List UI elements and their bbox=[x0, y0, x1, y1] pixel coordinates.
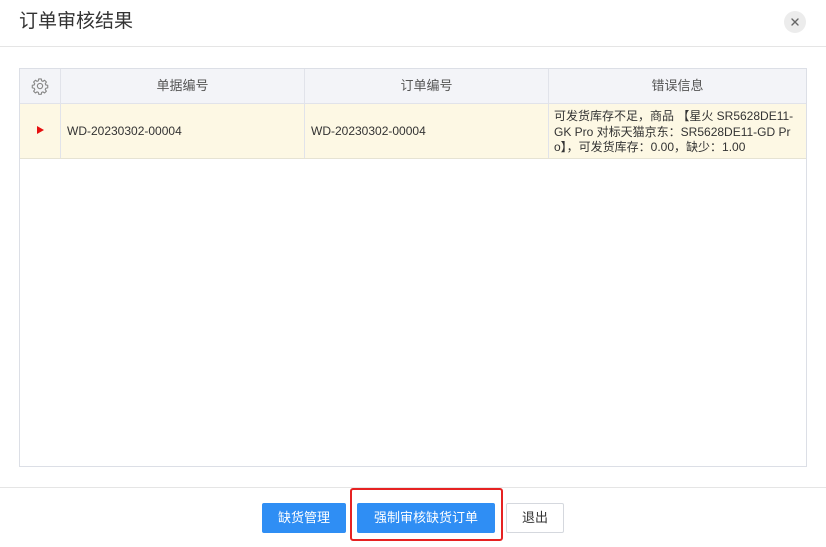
column-settings-cell[interactable] bbox=[20, 69, 60, 103]
dialog-title: 订单审核结果 bbox=[19, 11, 134, 32]
exit-button[interactable]: 退出 bbox=[506, 503, 564, 533]
table-row[interactable]: WD-20230302-00004 WD-20230302-00004 可发货库… bbox=[20, 104, 806, 159]
result-table: 单据编号 订单编号 错误信息 WD-20230302-00004 WD-2023… bbox=[19, 68, 807, 467]
doc-no-text: WD-20230302-00004 bbox=[67, 124, 182, 138]
force-review-shortage-orders-button[interactable]: 强制审核缺货订单 bbox=[357, 503, 495, 533]
column-header-error[interactable]: 错误信息 bbox=[548, 69, 806, 103]
dialog-footer: 缺货管理 强制审核缺货订单 退出 bbox=[0, 487, 826, 547]
error-message-text: 可发货库存不足，商品 【星火 SR5628DE11-GK Pro 对标天猫京东：… bbox=[554, 109, 794, 154]
order-review-dialog: 订单审核结果 单据编号 订单编号 错误信息 WD-20230302-00004 … bbox=[0, 0, 826, 547]
close-button[interactable] bbox=[784, 11, 806, 33]
cell-error: 可发货库存不足，商品 【星火 SR5628DE11-GK Pro 对标天猫京东：… bbox=[548, 104, 806, 158]
column-header-order-no[interactable]: 订单编号 bbox=[304, 69, 548, 103]
row-pointer-icon bbox=[37, 126, 44, 134]
dialog-header: 订单审核结果 bbox=[0, 0, 826, 47]
column-header-doc-no[interactable]: 单据编号 bbox=[60, 69, 304, 103]
table-header: 单据编号 订单编号 错误信息 bbox=[20, 69, 806, 104]
row-indicator-cell bbox=[20, 104, 60, 158]
cell-order-no: WD-20230302-00004 bbox=[304, 104, 548, 158]
close-icon bbox=[791, 18, 799, 26]
order-no-text: WD-20230302-00004 bbox=[311, 124, 426, 138]
cell-doc-no: WD-20230302-00004 bbox=[60, 104, 304, 158]
gear-icon[interactable] bbox=[31, 77, 49, 95]
shortage-management-button[interactable]: 缺货管理 bbox=[262, 503, 346, 533]
